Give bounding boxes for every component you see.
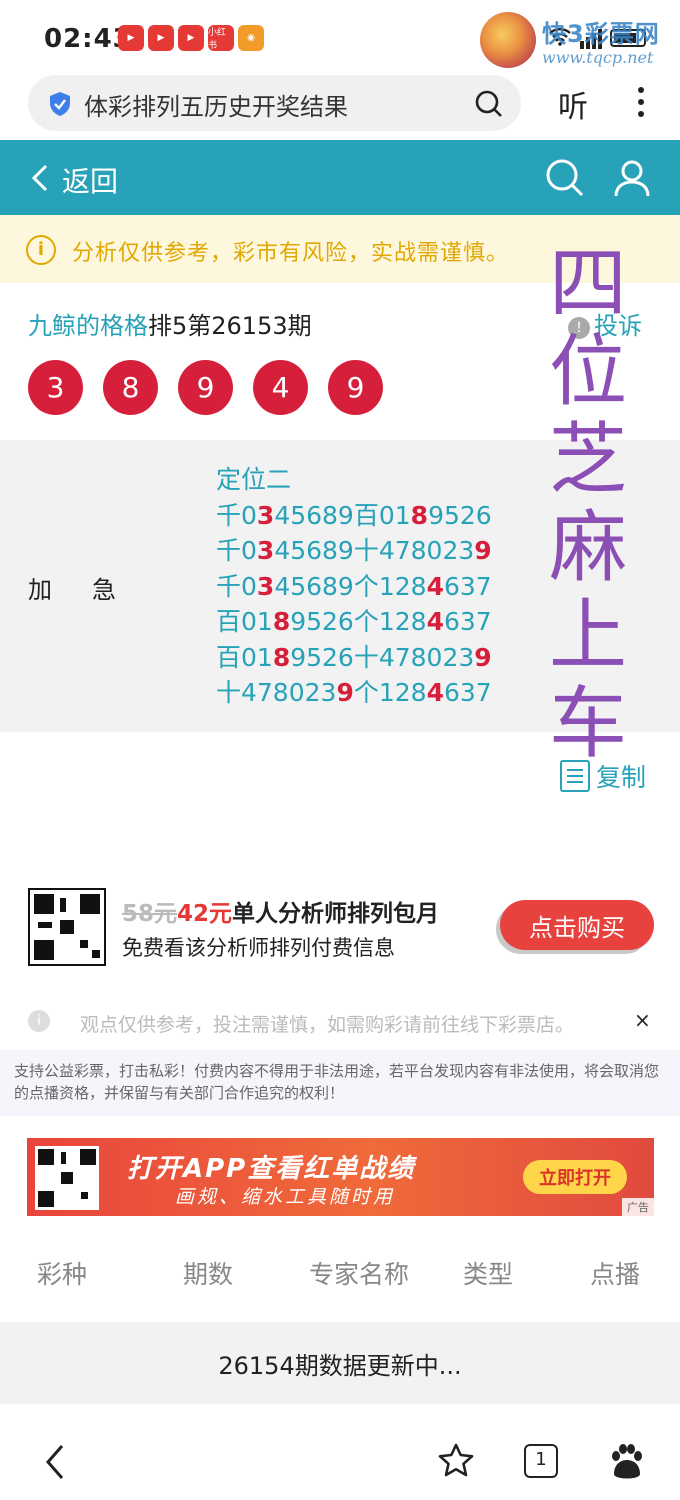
draw-ball: 8 [103, 360, 158, 415]
status-app-icons: ▶ ▶ ▶ 小红书 ◉ [118, 25, 264, 51]
draw-numbers: 3 8 9 4 9 [28, 360, 383, 415]
browser-nav-bar: 1 [0, 1420, 680, 1500]
listen-button[interactable]: 听 [558, 82, 588, 126]
promo-title: 58元42元单人分析师排列包月 [122, 901, 440, 927]
video-app-icon: ▶ [148, 25, 174, 51]
more-menu-icon[interactable] [630, 84, 652, 124]
watermark-logo: 快3彩票网 www.tqcp.net [480, 10, 680, 70]
subscription-promo: 58元42元单人分析师排列包月 免费看该分析师排列付费信息 点击购买 [28, 884, 660, 970]
back-arrow-icon[interactable] [30, 164, 50, 192]
table-header: 彩种 期数 专家名称 类型 点播 [0, 1255, 680, 1303]
draw-ball: 9 [178, 360, 233, 415]
search-icon[interactable] [545, 158, 585, 198]
disclaimer-tip: i 观点仅供参考，投注需谨慎，如需购彩请前往线下彩票店。 × [0, 1000, 680, 1044]
column-header: 彩种 [36, 1260, 87, 1289]
watermark-url: www.tqcp.net [542, 48, 654, 67]
column-header: 点播 [589, 1260, 640, 1289]
xiaohongshu-app-icon: 小红书 [208, 25, 234, 51]
draw-ball: 4 [253, 360, 308, 415]
search-icon[interactable] [474, 89, 504, 119]
shield-icon [48, 91, 72, 117]
video-app-icon: ▶ [118, 25, 144, 51]
promo-subtitle: 免费看该分析师排列付费信息 [122, 936, 395, 960]
table-row: 26154期数据更新中... [0, 1322, 680, 1404]
user-icon[interactable] [612, 158, 652, 198]
browser-search-query[interactable]: 体彩排列五历史开奖结果 [84, 87, 348, 122]
back-button[interactable]: 返回 [62, 160, 118, 200]
author-link[interactable]: 九鲸的格格 [28, 312, 148, 340]
draw-ball: 3 [28, 360, 83, 415]
buy-button[interactable]: 点击购买 [500, 900, 654, 950]
baidu-paw-icon[interactable] [606, 1442, 646, 1482]
banner-subtitle: 画规、缩水工具随时用 [175, 1186, 396, 1208]
watermark-text: 快3彩票网 [542, 20, 660, 48]
notice-text: 分析仅供参考，彩市有风险，实战需谨慎。 [72, 241, 510, 266]
plan-line: 千0345689十4780239 [216, 536, 492, 565]
app-banner-ad[interactable]: 打开APP查看红单战绩 画规、缩水工具随时用 立即打开 广告 [27, 1138, 654, 1216]
app-header: 返回 [0, 140, 680, 215]
watermark-emblem-icon [480, 12, 536, 68]
info-icon: i [26, 235, 56, 265]
video-app-icon: ▶ [178, 25, 204, 51]
column-header: 专家名称 [308, 1260, 409, 1289]
close-icon[interactable]: × [634, 1008, 651, 1032]
draw-ball: 9 [328, 360, 383, 415]
plan-line: 百0189526十4780239 [216, 642, 492, 672]
copy-button[interactable]: 复制 [560, 758, 646, 794]
plan-label: 加急 [28, 576, 156, 604]
period-label: 排5第26153期 [148, 312, 312, 340]
qr-code-icon [28, 888, 106, 966]
qr-code-icon [35, 1146, 99, 1210]
plan-line: 十4780239个1284637 [216, 678, 492, 707]
tip-text: 观点仅供参考，投注需谨慎，如需购彩请前往线下彩票店。 [80, 1014, 575, 1036]
open-app-button[interactable]: 立即打开 [523, 1160, 627, 1194]
plan-line: 百0189526个1284637 [216, 607, 492, 636]
plan-lines: 定位二 千0345689百0189526 千0345689十4780239 千0… [216, 462, 492, 711]
document-icon [560, 760, 590, 792]
overlay-title: 四 位 芝 麻 上 车 [548, 239, 627, 769]
copy-label: 复制 [596, 763, 647, 792]
post-headline: 九鲸的格格排5第26153期 [28, 306, 312, 341]
ad-tag: 广告 [622, 1198, 654, 1216]
column-header: 期数 [182, 1260, 233, 1289]
star-icon[interactable] [437, 1442, 475, 1478]
browser-search-bar[interactable]: 体彩排列五历史开奖结果 [28, 75, 521, 131]
back-arrow-icon[interactable] [40, 1442, 70, 1482]
new-price: 42元 [177, 901, 233, 927]
plan-line: 千0345689百0189526 [216, 500, 492, 530]
plan-heading: 定位二 [216, 465, 292, 494]
info-icon: i [28, 1010, 50, 1032]
app-notification-icon: ◉ [238, 25, 264, 51]
old-price: 58元 [122, 901, 178, 927]
plan-line: 千0345689个1284637 [216, 571, 492, 601]
tabs-button[interactable]: 1 [524, 1444, 558, 1478]
column-header: 类型 [462, 1260, 513, 1289]
legal-notice: 支持公益彩票，打击私彩！付费内容不得用于非法用途，若平台发现内容有非法使用，将会… [0, 1050, 680, 1116]
loading-status: 26154期数据更新中... [218, 1352, 462, 1380]
banner-title: 打开APP查看红单战绩 [127, 1154, 416, 1184]
